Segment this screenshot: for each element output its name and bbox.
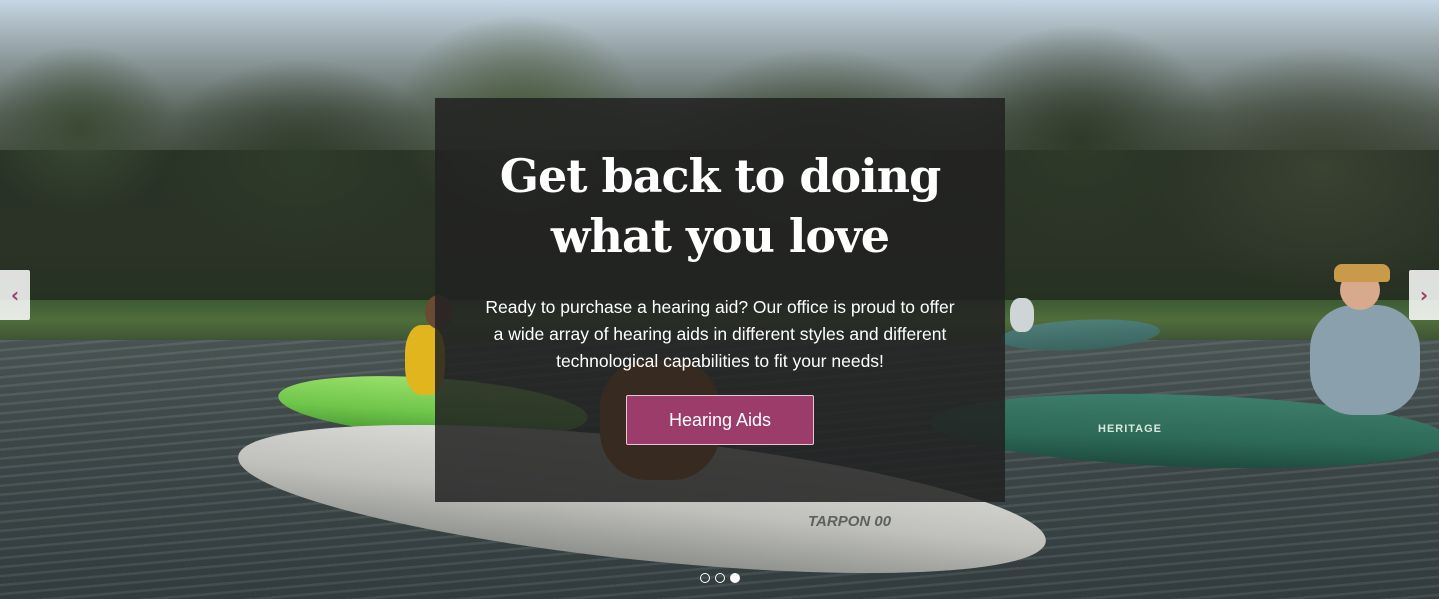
carousel-dot-3[interactable] xyxy=(730,573,740,583)
carousel-dot-1[interactable] xyxy=(700,573,710,583)
hearing-aids-button[interactable]: Hearing Aids xyxy=(626,395,814,445)
hero-slider: HERITAGE TARPON 00 Get back to doing wha… xyxy=(0,0,1439,599)
kayak-brand-tarpon: TARPON 00 xyxy=(808,513,892,530)
hero-subtext: Ready to purchase a hearing aid? Our off… xyxy=(485,297,955,371)
carousel-dots xyxy=(700,573,740,583)
kayak-brand-heritage: HERITAGE xyxy=(1098,423,1163,435)
chevron-left-icon: ‹ xyxy=(10,283,20,307)
paddler-fisherman-hat xyxy=(1334,264,1390,282)
carousel-prev-button[interactable]: ‹ xyxy=(0,270,30,320)
hero-headline: Get back to doing what you love xyxy=(499,149,942,263)
paddler-fisherman xyxy=(1310,305,1420,415)
paddler-distant xyxy=(1010,298,1034,332)
carousel-next-button[interactable]: › xyxy=(1409,270,1439,320)
hero-caption-box: Get back to doing what you love Ready to… xyxy=(435,98,1005,502)
carousel-dot-2[interactable] xyxy=(715,573,725,583)
chevron-right-icon: › xyxy=(1419,283,1429,307)
